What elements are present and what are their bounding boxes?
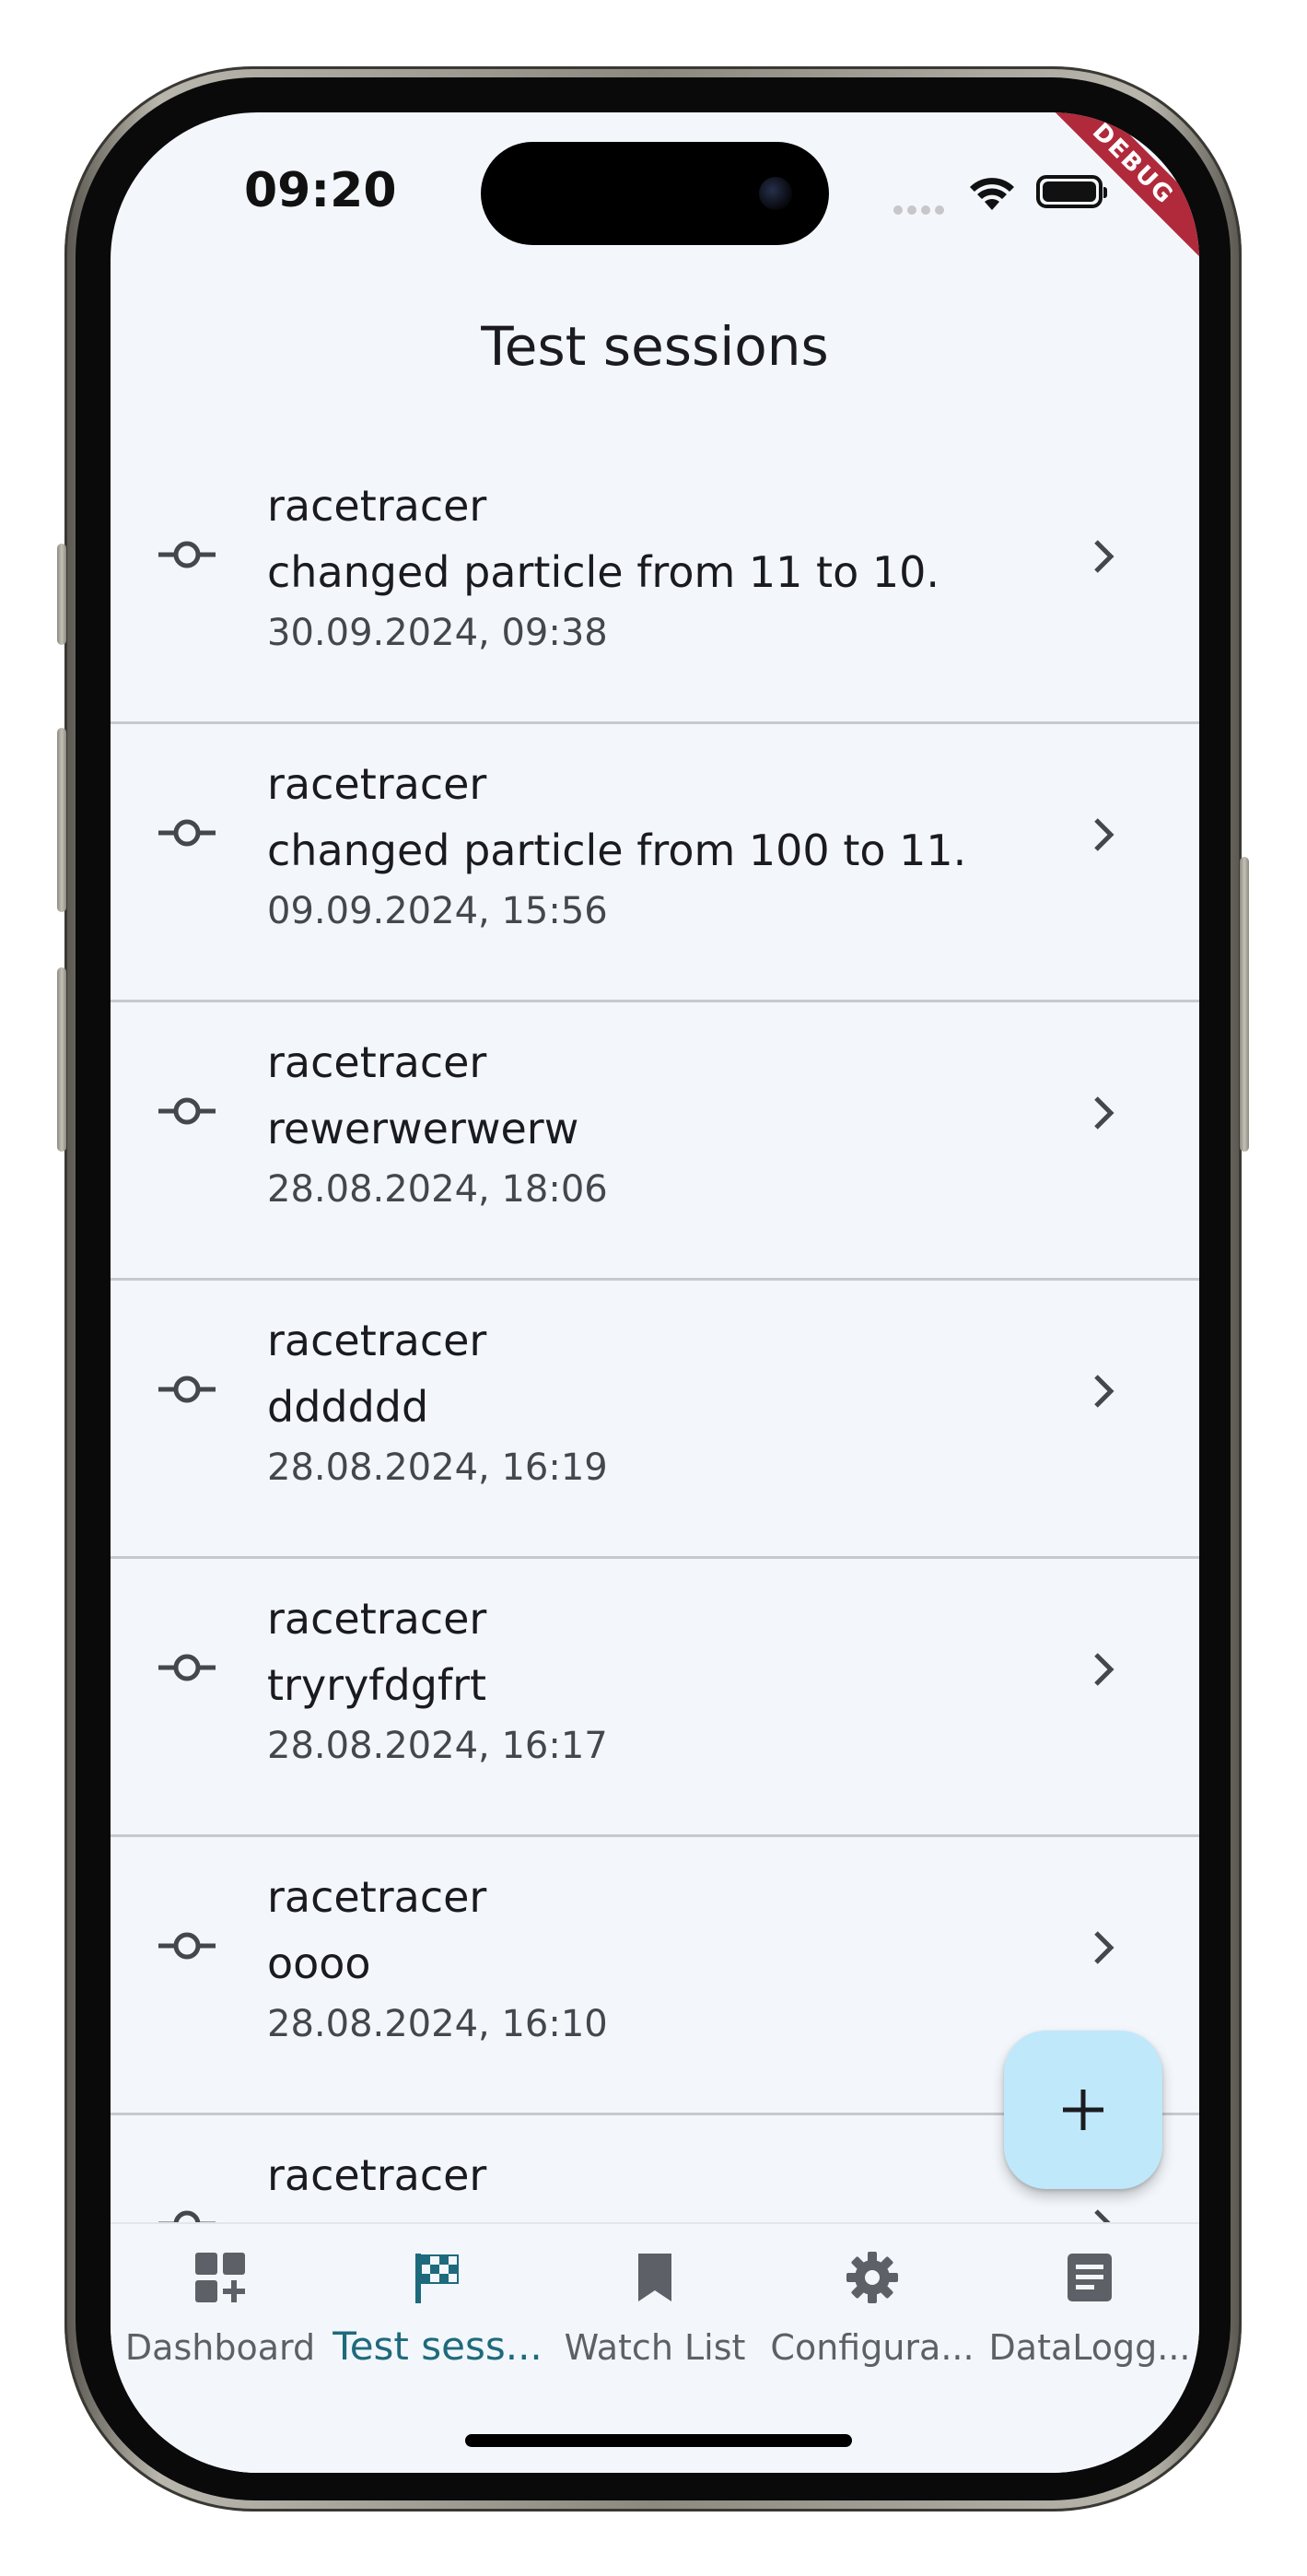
session-user: racetracer xyxy=(267,481,487,531)
session-message: oooo xyxy=(267,1938,371,1988)
commit-icon xyxy=(158,541,216,568)
session-user: racetracer xyxy=(267,1872,487,1922)
dynamic-island xyxy=(481,142,829,245)
chevron-right-icon xyxy=(1094,540,1114,573)
nav-label: Test sess... xyxy=(333,2324,543,2369)
session-item[interactable]: racetracer changed particle from 100 to … xyxy=(111,724,1199,1002)
nav-datalogger[interactable]: DataLogg... xyxy=(981,2224,1198,2381)
app-screen: 09:20 DEBUG Test sessions racetracer cha… xyxy=(111,112,1199,2473)
power-button xyxy=(1240,857,1249,1152)
session-message: dddddd xyxy=(267,1382,429,1432)
session-item[interactable]: racetracer rewerwerwerw 28.08.2024, 18:0… xyxy=(111,1002,1199,1281)
session-item[interactable]: racetracer tryryfdgfrt 28.08.2024, 16:17 xyxy=(111,1559,1199,1837)
nav-test-sessions[interactable]: Test sess... xyxy=(329,2224,546,2381)
chevron-right-icon xyxy=(1094,1375,1114,1408)
commit-icon xyxy=(158,2210,216,2222)
battery-icon xyxy=(1036,175,1107,208)
session-datetime: 28.08.2024, 16:17 xyxy=(267,1725,608,1767)
session-datetime: 30.09.2024, 09:38 xyxy=(267,612,608,654)
add-session-button[interactable] xyxy=(1004,2031,1162,2189)
plus-icon xyxy=(1063,2090,1103,2130)
volume-up-button xyxy=(57,728,66,912)
commit-icon xyxy=(158,1097,216,1125)
chevron-right-icon xyxy=(1094,1931,1114,1964)
session-message: tryryfdgfrt xyxy=(267,1660,487,1710)
session-message: changed particle from 11 to 10. xyxy=(267,547,940,597)
session-user: racetracer xyxy=(267,1594,487,1644)
document-icon xyxy=(1068,2254,1112,2301)
session-user: racetracer xyxy=(267,1037,487,1087)
nav-label: Dashboard xyxy=(124,2327,316,2368)
session-message: changed particle from 100 to 11. xyxy=(267,825,967,875)
home-indicator[interactable] xyxy=(465,2434,852,2447)
chevron-right-icon xyxy=(1094,818,1114,851)
nav-configuration[interactable]: Configura... xyxy=(764,2224,981,2381)
commit-icon xyxy=(158,1932,216,1960)
bookmark-icon xyxy=(638,2254,671,2301)
volume-down-button xyxy=(57,967,66,1152)
session-datetime: 28.08.2024, 16:10 xyxy=(267,2003,608,2045)
session-datetime: 28.08.2024, 18:06 xyxy=(267,1168,608,1211)
session-list: racetracer changed particle from 11 to 1… xyxy=(111,446,1199,2222)
session-message: rewerwerwerw xyxy=(267,1104,579,1153)
camera-icon xyxy=(759,177,792,210)
session-user: racetracer xyxy=(267,2150,487,2200)
nav-label: Configura... xyxy=(770,2327,974,2368)
nav-dashboard[interactable]: Dashboard xyxy=(111,2224,329,2381)
nav-watch-list[interactable]: Watch List xyxy=(546,2224,764,2381)
session-item[interactable]: racetracer changed particle from 11 to 1… xyxy=(111,446,1199,724)
dashboard-add-icon xyxy=(195,2253,245,2302)
session-item[interactable]: racetracer dddddd 28.08.2024, 16:19 xyxy=(111,1281,1199,1559)
gear-icon xyxy=(846,2252,898,2303)
session-datetime: 28.08.2024, 16:19 xyxy=(267,1446,608,1489)
page-title: Test sessions xyxy=(481,315,829,378)
status-time: 09:20 xyxy=(244,163,397,218)
cellular-signal-icon xyxy=(893,201,949,218)
chevron-right-icon xyxy=(1094,2209,1111,2222)
session-user: racetracer xyxy=(267,759,487,809)
commit-icon xyxy=(158,819,216,847)
wifi-icon xyxy=(970,178,1014,210)
checkered-flag-icon xyxy=(415,2254,459,2303)
chevron-right-icon xyxy=(1094,1096,1114,1130)
chevron-right-icon xyxy=(1094,1653,1114,1686)
session-datetime: 09.09.2024, 15:56 xyxy=(267,890,608,932)
commit-icon xyxy=(158,1654,216,1681)
session-user: racetracer xyxy=(267,1316,487,1365)
commit-icon xyxy=(158,1376,216,1403)
nav-label: DataLogg... xyxy=(988,2327,1191,2368)
action-button xyxy=(57,544,66,645)
nav-label: Watch List xyxy=(564,2327,746,2368)
